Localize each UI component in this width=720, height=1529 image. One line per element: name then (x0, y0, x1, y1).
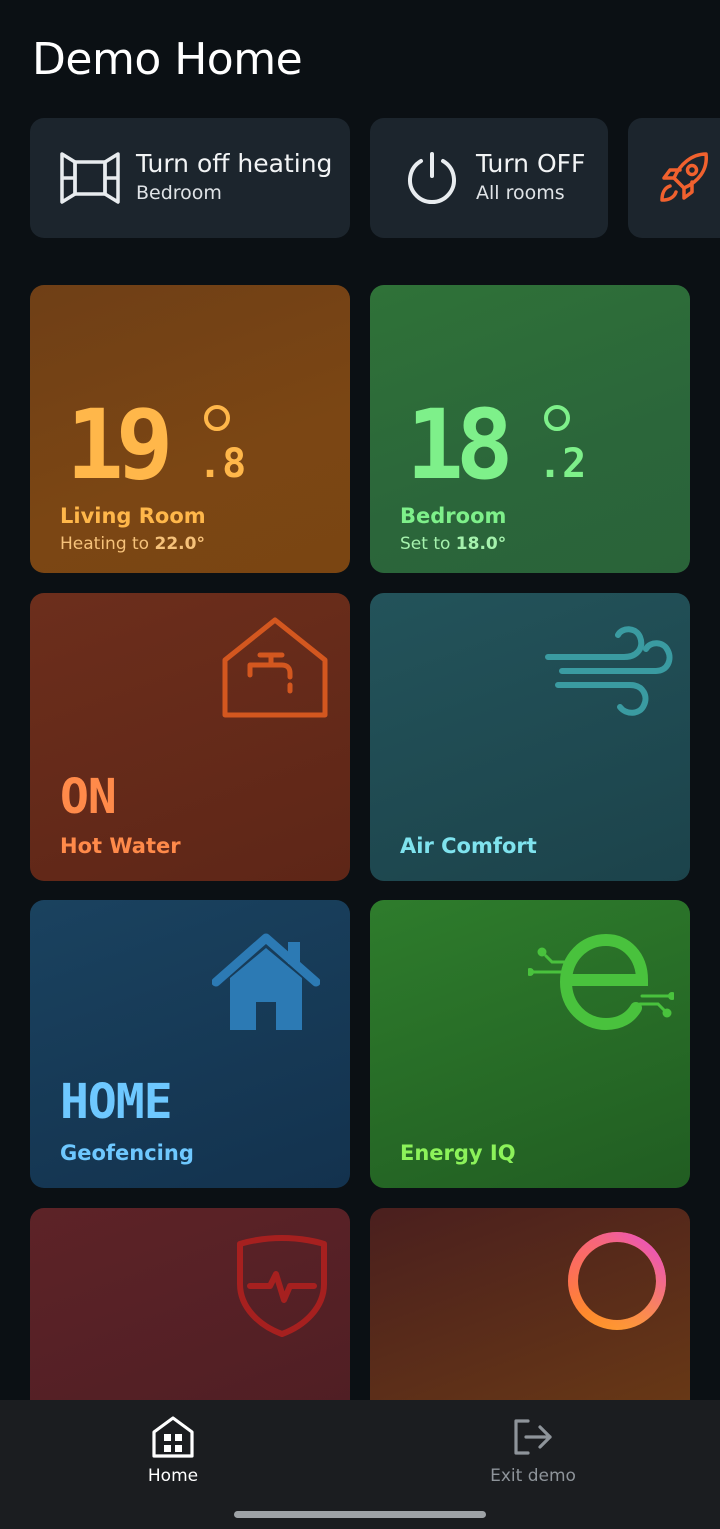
degree-icon (204, 405, 230, 431)
tile-geofencing[interactable]: HOME Geofencing (30, 900, 350, 1188)
temperature-display: 19 .8 (66, 397, 246, 493)
temperature-decimal-value: 2 (562, 441, 587, 487)
nav-home[interactable]: Home (93, 1414, 253, 1486)
power-icon (400, 146, 464, 210)
room-name: Living Room (60, 504, 206, 528)
tile-ring-feature[interactable] (370, 1208, 690, 1428)
presence-state: HOME (60, 1074, 173, 1130)
quick-action-turn-off-heating[interactable]: Turn off heating Bedroom (30, 118, 350, 238)
shield-pulse-icon (234, 1234, 330, 1342)
energy-iq-icon (526, 933, 676, 1034)
quick-action-boost[interactable] (628, 118, 720, 238)
window-icon (58, 146, 122, 210)
degree-icon (544, 405, 570, 431)
nav-label: Home (147, 1466, 199, 1486)
nav-exit-demo[interactable]: Exit demo (453, 1414, 613, 1486)
gesture-handle[interactable] (234, 1511, 486, 1518)
rocket-icon (654, 146, 714, 210)
page-title: Demo Home (32, 34, 303, 85)
room-status: Heating to 22.0° (60, 534, 205, 554)
room-status-prefix: Heating to (60, 534, 155, 554)
quick-action-sub: All rooms (476, 182, 565, 204)
ring-icon (564, 1228, 670, 1338)
temperature-integer: 18 (406, 389, 514, 501)
tile-care-and-protection[interactable] (30, 1208, 350, 1428)
target-temperature: 22.0° (154, 534, 205, 554)
tile-name: Air Comfort (400, 834, 537, 858)
wind-icon (544, 621, 674, 727)
temperature-decimal-value: 8 (222, 441, 247, 487)
house-icon (211, 930, 321, 1034)
bottom-navigation: Home Exit demo (0, 1400, 720, 1529)
quick-action-label: Turn off heating (136, 149, 333, 178)
tile-name: Energy IQ (400, 1141, 516, 1165)
tile-air-comfort[interactable]: Air Comfort (370, 593, 690, 881)
tile-bedroom[interactable]: 18 .2 Bedroom Set to 18.0° (370, 285, 690, 573)
quick-action-label: Turn OFF (476, 149, 586, 178)
tile-energy-iq[interactable]: Energy IQ (370, 900, 690, 1188)
room-status-prefix: Set to (400, 534, 456, 554)
tile-living-room[interactable]: 19 .8 Living Room Heating to 22.0° (30, 285, 350, 573)
home-grid-icon (93, 1414, 253, 1460)
nav-label: Exit demo (490, 1466, 576, 1486)
room-name: Bedroom (400, 504, 507, 528)
hot-water-state: ON (60, 769, 117, 825)
temperature-decimal: .2 (538, 441, 587, 487)
tile-name: Geofencing (60, 1141, 194, 1165)
quick-action-sub: Bedroom (136, 182, 222, 204)
house-tap-icon (220, 615, 330, 723)
quick-action-turn-off-all[interactable]: Turn OFF All rooms (370, 118, 608, 238)
target-temperature: 18.0° (455, 534, 507, 554)
room-status: Set to 18.0° (400, 534, 506, 554)
temperature-integer: 19 (66, 389, 174, 501)
temperature-display: 18 .2 (406, 397, 586, 493)
temperature-decimal: .8 (198, 441, 247, 487)
tile-name: Hot Water (60, 834, 181, 858)
exit-icon (453, 1414, 613, 1460)
tile-hot-water[interactable]: ON Hot Water (30, 593, 350, 881)
